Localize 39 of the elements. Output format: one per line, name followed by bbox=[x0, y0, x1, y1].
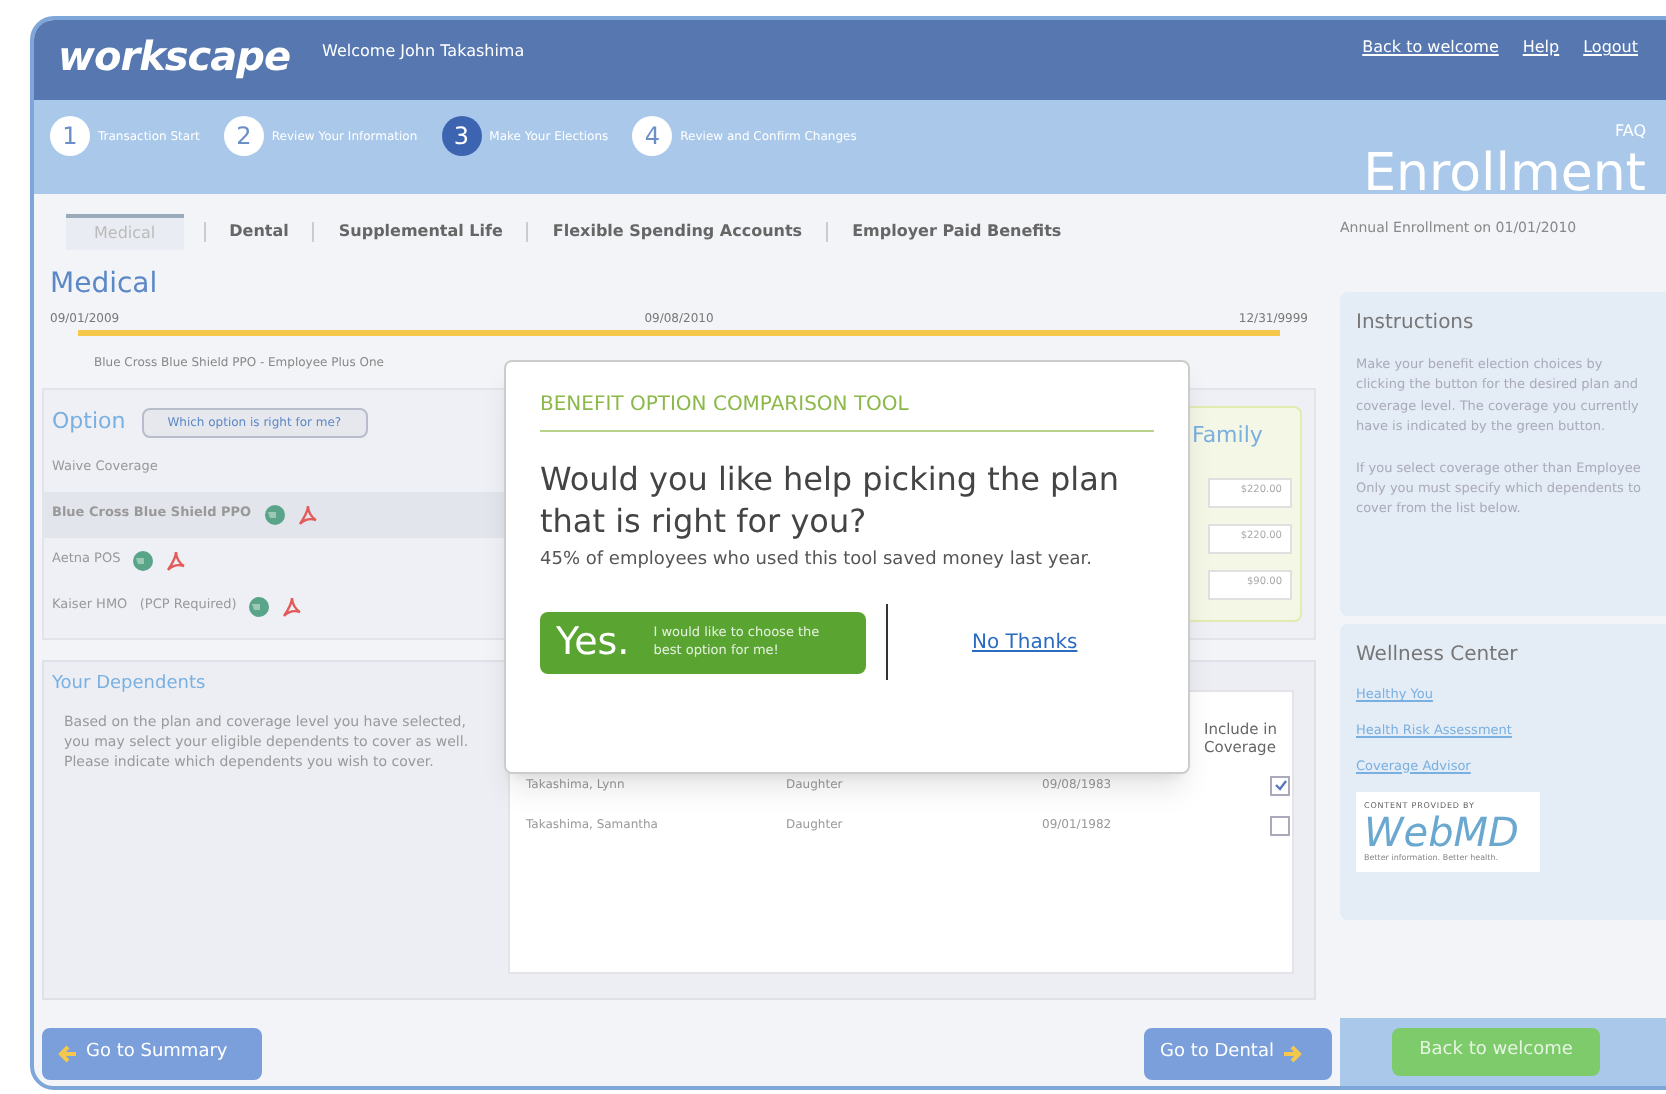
section-title: Medical bbox=[50, 270, 160, 298]
next-button[interactable]: Go to Dental bbox=[1144, 1028, 1332, 1080]
checkbox[interactable] bbox=[1270, 815, 1290, 836]
tab[interactable]: Dental bbox=[225, 220, 293, 244]
instructions-heading: Instructions bbox=[1356, 310, 1476, 338]
step-number[interactable]: 4 bbox=[632, 116, 673, 156]
column-heading: Family bbox=[1190, 420, 1263, 452]
welcome-text: Welcome John Takashima bbox=[322, 40, 525, 64]
header-link[interactable]: Logout bbox=[1583, 36, 1638, 60]
home-button[interactable]: Back to welcome bbox=[1392, 1028, 1600, 1076]
option-heading: Option bbox=[52, 406, 126, 438]
checkbox[interactable] bbox=[1270, 775, 1290, 796]
no-thanks-link[interactable]: No Thanks bbox=[972, 627, 1078, 658]
arrow-icon bbox=[58, 1044, 78, 1064]
step-number[interactable]: 2 bbox=[223, 116, 264, 156]
tab[interactable]: Flexible Spending Accounts bbox=[548, 220, 807, 244]
arrow-icon bbox=[1281, 1044, 1302, 1064]
globe-icon[interactable] bbox=[132, 549, 155, 571]
page-title: Enrollment bbox=[1363, 148, 1646, 200]
header-link[interactable]: Help bbox=[1522, 36, 1560, 60]
pdf-icon[interactable] bbox=[166, 549, 187, 571]
step-number[interactable]: 3 bbox=[441, 116, 482, 156]
tab[interactable]: Supplemental Life bbox=[334, 220, 507, 244]
dialog-question: Would you like help picking the plan that is right for you? bbox=[540, 460, 1122, 544]
faq-link[interactable]: FAQ bbox=[1615, 120, 1646, 144]
wellness-heading: Wellness Center bbox=[1356, 642, 1520, 670]
tab[interactable]: Employer Paid Benefits bbox=[848, 220, 1066, 244]
badge-brand: WebMD bbox=[1364, 812, 1521, 853]
globe-icon[interactable] bbox=[263, 503, 286, 525]
header-link[interactable]: Back to welcome bbox=[1362, 36, 1499, 60]
globe-icon[interactable] bbox=[248, 595, 271, 617]
back-button[interactable]: Go to Summary bbox=[42, 1028, 262, 1080]
dependents-heading: Your Dependents bbox=[52, 672, 208, 698]
logo: workscape bbox=[58, 36, 291, 76]
pdf-icon[interactable] bbox=[297, 503, 318, 525]
dialog-note: 45% of employees who used this tool saved money last year. bbox=[540, 547, 1095, 573]
step-number[interactable]: 1 bbox=[50, 116, 90, 156]
pdf-icon[interactable] bbox=[282, 595, 303, 617]
dialog-title: BENEFIT OPTION COMPARISON TOOL bbox=[540, 390, 1154, 432]
